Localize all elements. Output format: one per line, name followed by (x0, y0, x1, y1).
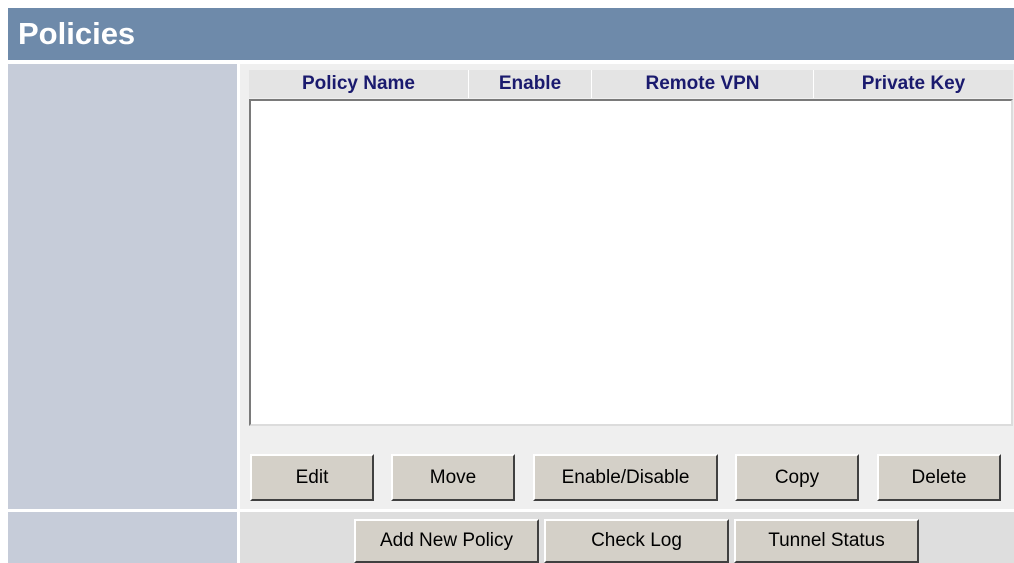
column-header-private-key[interactable]: Private Key (814, 70, 1013, 98)
policy-list-header: Policy Name Enable Remote VPN Private Ke… (249, 70, 1013, 98)
move-button[interactable]: Move (391, 454, 515, 501)
enable-disable-button[interactable]: Enable/Disable (533, 454, 718, 501)
left-panel (8, 64, 237, 509)
column-header-remote-vpn[interactable]: Remote VPN (592, 70, 814, 98)
left-panel-footer (8, 512, 237, 563)
policy-list[interactable] (249, 99, 1013, 426)
edit-button[interactable]: Edit (250, 454, 374, 501)
title-bar: Policies (8, 8, 1014, 60)
check-log-button[interactable]: Check Log (544, 519, 729, 563)
copy-button[interactable]: Copy (735, 454, 859, 501)
column-header-policy-name[interactable]: Policy Name (249, 70, 469, 98)
column-header-enable[interactable]: Enable (469, 70, 592, 98)
page-title: Policies (18, 16, 136, 51)
delete-button[interactable]: Delete (877, 454, 1001, 501)
add-new-policy-button[interactable]: Add New Policy (354, 519, 539, 563)
tunnel-status-button[interactable]: Tunnel Status (734, 519, 919, 563)
